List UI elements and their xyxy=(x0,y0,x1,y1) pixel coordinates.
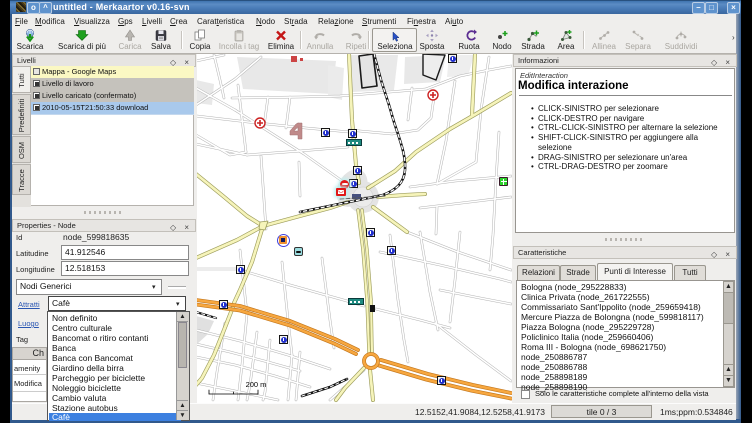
svg-text:200 m: 200 m xyxy=(246,380,267,389)
